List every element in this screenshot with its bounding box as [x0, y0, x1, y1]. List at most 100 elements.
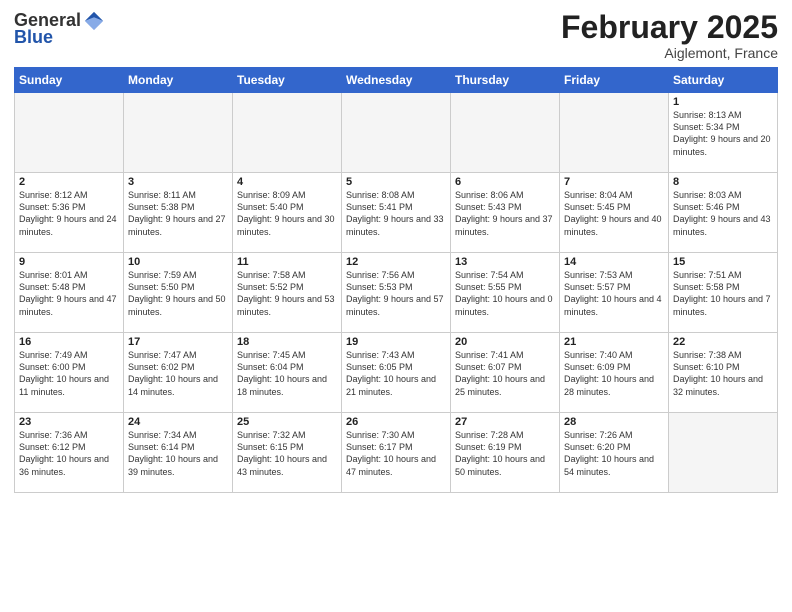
day-info: Sunrise: 8:11 AM Sunset: 5:38 PM Dayligh…	[128, 189, 228, 238]
calendar-week-row: 2Sunrise: 8:12 AM Sunset: 5:36 PM Daylig…	[15, 173, 778, 253]
day-number: 24	[128, 416, 228, 428]
table-row: 23Sunrise: 7:36 AM Sunset: 6:12 PM Dayli…	[15, 413, 124, 493]
day-info: Sunrise: 7:47 AM Sunset: 6:02 PM Dayligh…	[128, 349, 228, 398]
day-info: Sunrise: 7:51 AM Sunset: 5:58 PM Dayligh…	[673, 269, 773, 318]
calendar-week-row: 1Sunrise: 8:13 AM Sunset: 5:34 PM Daylig…	[15, 93, 778, 173]
day-info: Sunrise: 8:04 AM Sunset: 5:45 PM Dayligh…	[564, 189, 664, 238]
table-row: 11Sunrise: 7:58 AM Sunset: 5:52 PM Dayli…	[233, 253, 342, 333]
page-container: General Blue February 2025 Aiglemont, Fr…	[0, 0, 792, 612]
day-number: 18	[237, 336, 337, 348]
day-info: Sunrise: 7:41 AM Sunset: 6:07 PM Dayligh…	[455, 349, 555, 398]
day-info: Sunrise: 7:43 AM Sunset: 6:05 PM Dayligh…	[346, 349, 446, 398]
day-number: 13	[455, 256, 555, 268]
title-block: February 2025 Aiglemont, France	[561, 10, 778, 61]
day-info: Sunrise: 8:09 AM Sunset: 5:40 PM Dayligh…	[237, 189, 337, 238]
col-wednesday: Wednesday	[342, 68, 451, 93]
table-row	[124, 93, 233, 173]
day-info: Sunrise: 8:01 AM Sunset: 5:48 PM Dayligh…	[19, 269, 119, 318]
table-row: 17Sunrise: 7:47 AM Sunset: 6:02 PM Dayli…	[124, 333, 233, 413]
table-row: 7Sunrise: 8:04 AM Sunset: 5:45 PM Daylig…	[560, 173, 669, 253]
day-number: 27	[455, 416, 555, 428]
day-info: Sunrise: 7:40 AM Sunset: 6:09 PM Dayligh…	[564, 349, 664, 398]
table-row: 19Sunrise: 7:43 AM Sunset: 6:05 PM Dayli…	[342, 333, 451, 413]
table-row: 27Sunrise: 7:28 AM Sunset: 6:19 PM Dayli…	[451, 413, 560, 493]
table-row: 12Sunrise: 7:56 AM Sunset: 5:53 PM Dayli…	[342, 253, 451, 333]
col-thursday: Thursday	[451, 68, 560, 93]
day-info: Sunrise: 8:03 AM Sunset: 5:46 PM Dayligh…	[673, 189, 773, 238]
day-number: 15	[673, 256, 773, 268]
table-row: 4Sunrise: 8:09 AM Sunset: 5:40 PM Daylig…	[233, 173, 342, 253]
day-info: Sunrise: 7:26 AM Sunset: 6:20 PM Dayligh…	[564, 429, 664, 478]
calendar-body: 1Sunrise: 8:13 AM Sunset: 5:34 PM Daylig…	[15, 93, 778, 493]
table-row: 28Sunrise: 7:26 AM Sunset: 6:20 PM Dayli…	[560, 413, 669, 493]
day-info: Sunrise: 7:54 AM Sunset: 5:55 PM Dayligh…	[455, 269, 555, 318]
month-title: February 2025	[561, 10, 778, 45]
logo-icon	[83, 10, 105, 32]
table-row: 6Sunrise: 8:06 AM Sunset: 5:43 PM Daylig…	[451, 173, 560, 253]
day-info: Sunrise: 7:38 AM Sunset: 6:10 PM Dayligh…	[673, 349, 773, 398]
day-number: 9	[19, 256, 119, 268]
day-number: 26	[346, 416, 446, 428]
day-number: 16	[19, 336, 119, 348]
table-row: 24Sunrise: 7:34 AM Sunset: 6:14 PM Dayli…	[124, 413, 233, 493]
table-row: 16Sunrise: 7:49 AM Sunset: 6:00 PM Dayli…	[15, 333, 124, 413]
day-number: 19	[346, 336, 446, 348]
header-row: General Blue February 2025 Aiglemont, Fr…	[14, 10, 778, 61]
day-number: 21	[564, 336, 664, 348]
col-tuesday: Tuesday	[233, 68, 342, 93]
day-info: Sunrise: 7:49 AM Sunset: 6:00 PM Dayligh…	[19, 349, 119, 398]
day-number: 5	[346, 176, 446, 188]
day-number: 1	[673, 96, 773, 108]
day-info: Sunrise: 7:36 AM Sunset: 6:12 PM Dayligh…	[19, 429, 119, 478]
table-row	[451, 93, 560, 173]
day-info: Sunrise: 8:08 AM Sunset: 5:41 PM Dayligh…	[346, 189, 446, 238]
table-row: 10Sunrise: 7:59 AM Sunset: 5:50 PM Dayli…	[124, 253, 233, 333]
table-row: 2Sunrise: 8:12 AM Sunset: 5:36 PM Daylig…	[15, 173, 124, 253]
day-info: Sunrise: 7:56 AM Sunset: 5:53 PM Dayligh…	[346, 269, 446, 318]
day-number: 12	[346, 256, 446, 268]
day-number: 20	[455, 336, 555, 348]
table-row: 21Sunrise: 7:40 AM Sunset: 6:09 PM Dayli…	[560, 333, 669, 413]
day-info: Sunrise: 7:32 AM Sunset: 6:15 PM Dayligh…	[237, 429, 337, 478]
table-row: 20Sunrise: 7:41 AM Sunset: 6:07 PM Dayli…	[451, 333, 560, 413]
calendar-table: Sunday Monday Tuesday Wednesday Thursday…	[14, 67, 778, 493]
table-row: 8Sunrise: 8:03 AM Sunset: 5:46 PM Daylig…	[669, 173, 778, 253]
calendar-header-row: Sunday Monday Tuesday Wednesday Thursday…	[15, 68, 778, 93]
col-monday: Monday	[124, 68, 233, 93]
table-row: 26Sunrise: 7:30 AM Sunset: 6:17 PM Dayli…	[342, 413, 451, 493]
logo-blue: Blue	[14, 28, 53, 48]
table-row: 13Sunrise: 7:54 AM Sunset: 5:55 PM Dayli…	[451, 253, 560, 333]
day-number: 25	[237, 416, 337, 428]
day-info: Sunrise: 8:13 AM Sunset: 5:34 PM Dayligh…	[673, 109, 773, 158]
day-info: Sunrise: 7:53 AM Sunset: 5:57 PM Dayligh…	[564, 269, 664, 318]
day-number: 4	[237, 176, 337, 188]
calendar-week-row: 23Sunrise: 7:36 AM Sunset: 6:12 PM Dayli…	[15, 413, 778, 493]
day-info: Sunrise: 7:30 AM Sunset: 6:17 PM Dayligh…	[346, 429, 446, 478]
day-number: 8	[673, 176, 773, 188]
table-row: 5Sunrise: 8:08 AM Sunset: 5:41 PM Daylig…	[342, 173, 451, 253]
day-number: 11	[237, 256, 337, 268]
day-info: Sunrise: 7:59 AM Sunset: 5:50 PM Dayligh…	[128, 269, 228, 318]
table-row: 1Sunrise: 8:13 AM Sunset: 5:34 PM Daylig…	[669, 93, 778, 173]
table-row: 14Sunrise: 7:53 AM Sunset: 5:57 PM Dayli…	[560, 253, 669, 333]
table-row	[560, 93, 669, 173]
day-number: 22	[673, 336, 773, 348]
day-info: Sunrise: 8:06 AM Sunset: 5:43 PM Dayligh…	[455, 189, 555, 238]
day-info: Sunrise: 7:28 AM Sunset: 6:19 PM Dayligh…	[455, 429, 555, 478]
day-number: 17	[128, 336, 228, 348]
day-number: 3	[128, 176, 228, 188]
day-number: 2	[19, 176, 119, 188]
day-info: Sunrise: 7:58 AM Sunset: 5:52 PM Dayligh…	[237, 269, 337, 318]
table-row	[669, 413, 778, 493]
table-row: 25Sunrise: 7:32 AM Sunset: 6:15 PM Dayli…	[233, 413, 342, 493]
col-saturday: Saturday	[669, 68, 778, 93]
calendar-week-row: 16Sunrise: 7:49 AM Sunset: 6:00 PM Dayli…	[15, 333, 778, 413]
table-row	[233, 93, 342, 173]
table-row: 9Sunrise: 8:01 AM Sunset: 5:48 PM Daylig…	[15, 253, 124, 333]
location: Aiglemont, France	[561, 45, 778, 61]
table-row	[15, 93, 124, 173]
day-info: Sunrise: 7:45 AM Sunset: 6:04 PM Dayligh…	[237, 349, 337, 398]
day-number: 7	[564, 176, 664, 188]
table-row	[342, 93, 451, 173]
day-number: 6	[455, 176, 555, 188]
